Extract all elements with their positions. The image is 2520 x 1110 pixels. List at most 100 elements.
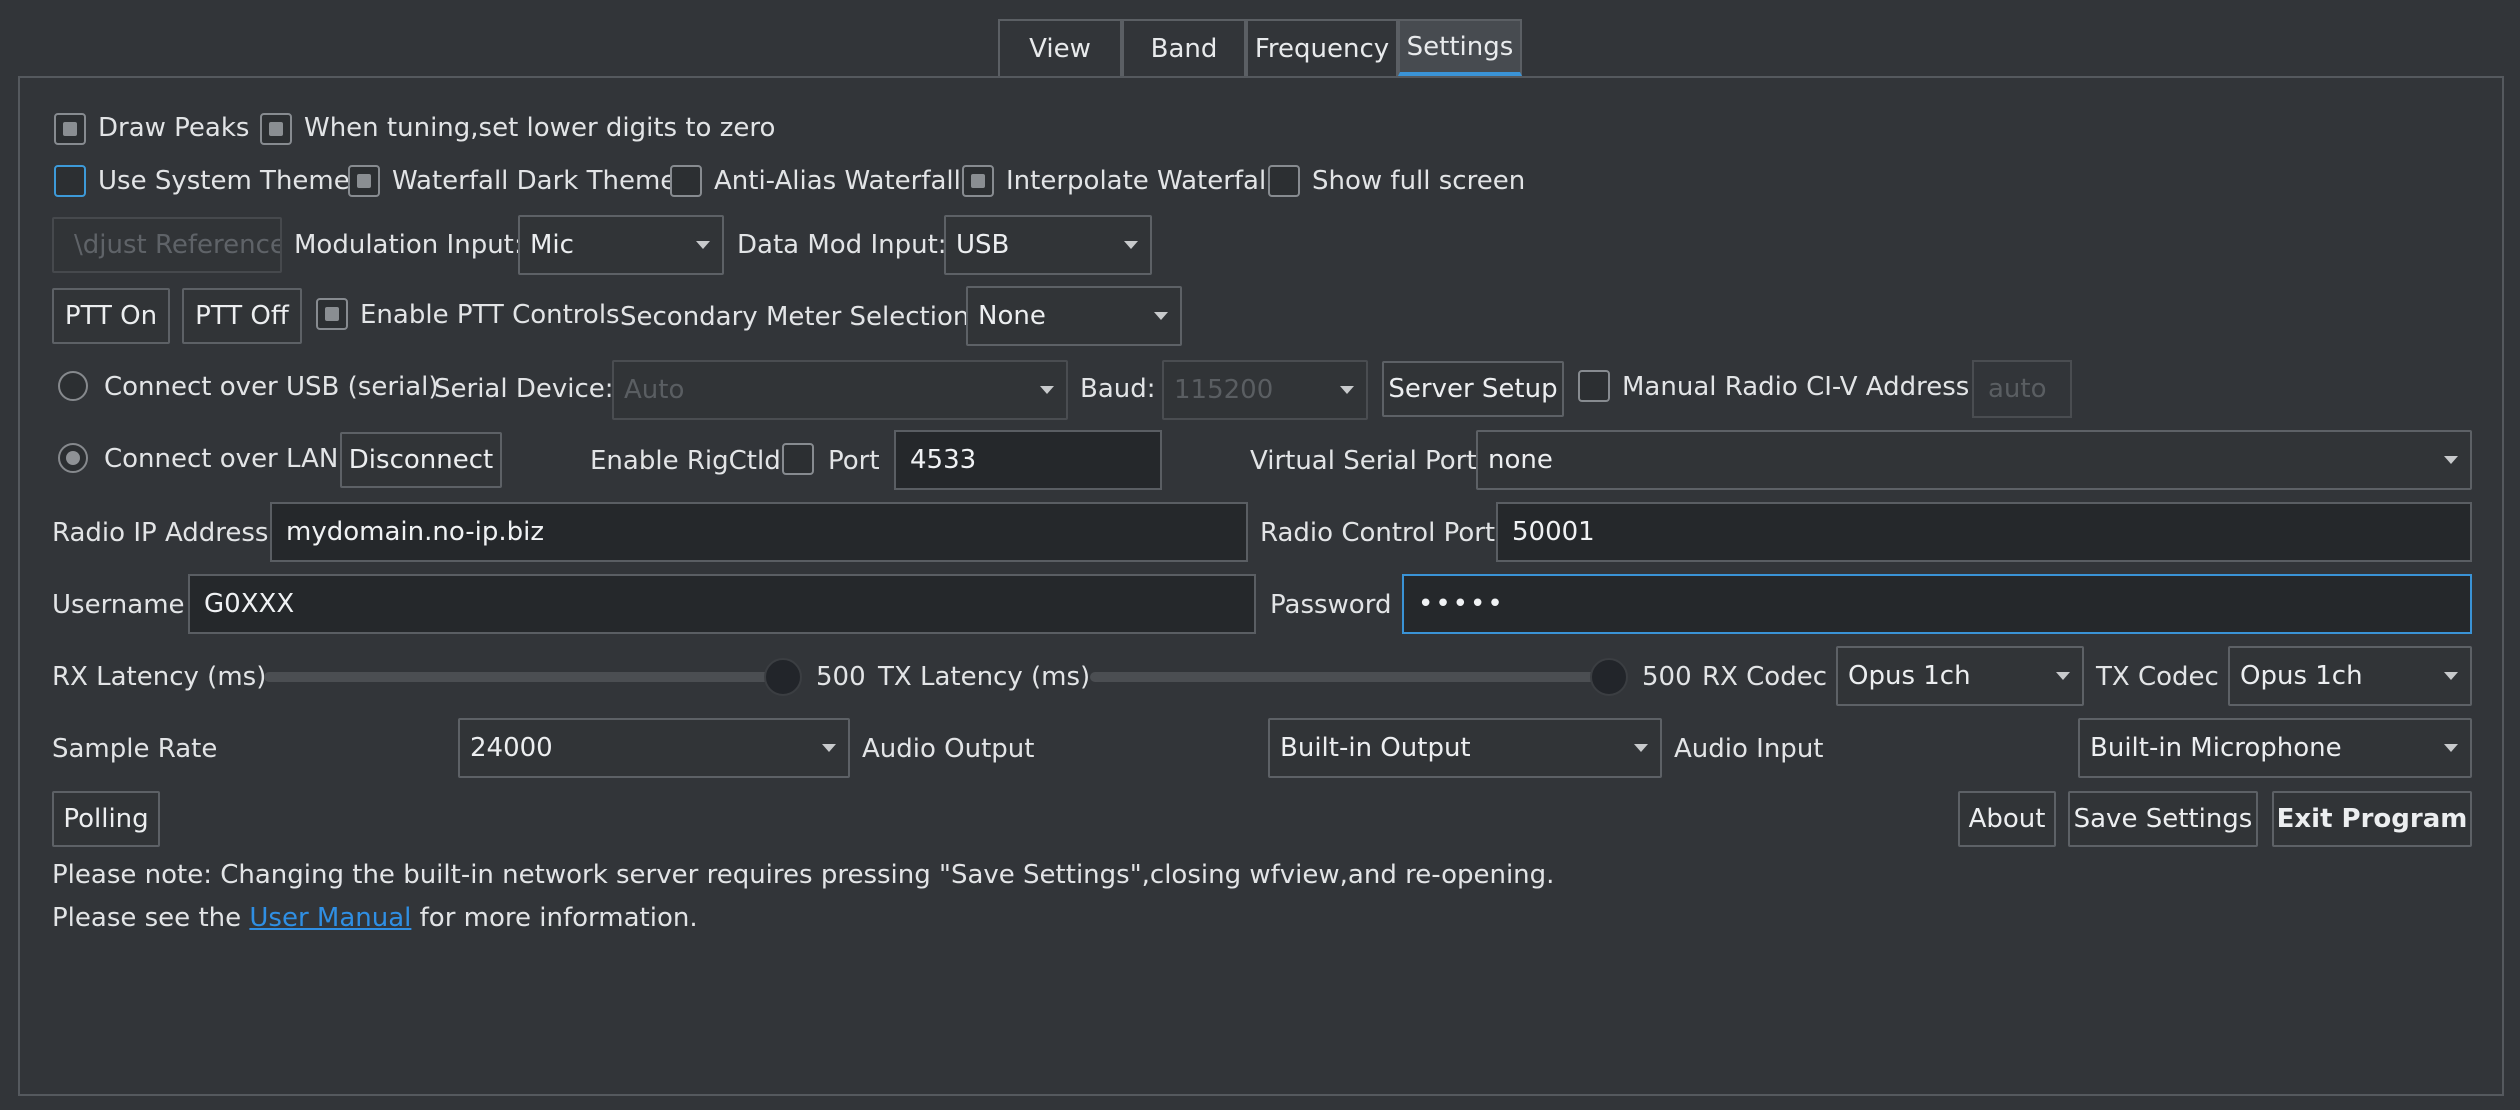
- use-system-theme-label: Use System Theme: [98, 166, 350, 196]
- secondary-meter-value: None: [978, 301, 1046, 331]
- tx-latency-value: 500: [1642, 662, 1692, 692]
- secondary-meter-label: Secondary Meter Selection:: [620, 302, 979, 332]
- full-screen-checkbox[interactable]: [1268, 165, 1300, 197]
- chevron-down-icon: [1634, 744, 1648, 752]
- username-field[interactable]: G0XXX: [188, 574, 1256, 634]
- tab-view[interactable]: View: [998, 19, 1122, 76]
- ptt-on-button[interactable]: PTT On: [52, 288, 170, 344]
- radio-control-port-field[interactable]: 50001: [1496, 502, 2472, 562]
- about-button[interactable]: About: [1958, 791, 2056, 847]
- chevron-down-icon: [2056, 672, 2070, 680]
- manual-note-suffix: for more information.: [411, 903, 698, 933]
- chevron-down-icon: [2444, 456, 2458, 464]
- tuning-zero-label: When tuning,set lower digits to zero: [304, 113, 776, 143]
- virtual-serial-select[interactable]: none: [1476, 430, 2472, 490]
- draw-peaks-label: Draw Peaks: [98, 113, 250, 143]
- exit-program-button[interactable]: Exit Program: [2272, 791, 2472, 847]
- sample-rate-select[interactable]: 24000: [458, 718, 850, 778]
- audio-output-value: Built-in Output: [1280, 733, 1471, 763]
- restart-note: Please note: Changing the built-in netwo…: [52, 860, 1555, 890]
- chevron-down-icon: [1154, 312, 1168, 320]
- chevron-down-icon: [1040, 386, 1054, 394]
- chevron-down-icon: [2444, 672, 2458, 680]
- audio-input-label: Audio Input: [1674, 734, 1824, 764]
- tab-band[interactable]: Band: [1122, 19, 1246, 76]
- chevron-down-icon: [1340, 386, 1354, 394]
- interpolate-label: Interpolate Waterfall: [1006, 166, 1274, 196]
- rx-latency-slider[interactable]: [264, 672, 784, 682]
- rx-latency-slider-handle[interactable]: [764, 658, 802, 696]
- connect-lan-label: Connect over LAN: [104, 444, 339, 474]
- full-screen-label: Show full screen: [1312, 166, 1526, 196]
- radio-ip-label: Radio IP Address: [52, 518, 269, 548]
- port-label: Port: [828, 446, 880, 476]
- enable-ptt-label: Enable PTT Controls: [360, 300, 620, 330]
- baud-select[interactable]: 115200: [1162, 360, 1368, 420]
- manual-civ-label: Manual Radio CI-V Address:: [1622, 372, 1979, 402]
- rigctld-port-field[interactable]: 4533: [894, 430, 1162, 490]
- rx-latency-value: 500: [816, 662, 866, 692]
- audio-input-value: Built-in Microphone: [2090, 733, 2342, 763]
- sample-rate-label: Sample Rate: [52, 734, 218, 764]
- serial-device-label: Serial Device:: [434, 374, 614, 404]
- tx-codec-select[interactable]: Opus 1ch: [2228, 646, 2472, 706]
- manual-note: Please see the User Manual for more info…: [52, 903, 698, 933]
- virtual-serial-label: Virtual Serial Port: [1250, 446, 1477, 476]
- rx-codec-select[interactable]: Opus 1ch: [1836, 646, 2084, 706]
- anti-alias-label: Anti-Alias Waterfall: [714, 166, 961, 196]
- connect-usb-label: Connect over USB (serial): [104, 372, 439, 402]
- waterfall-dark-checkbox[interactable]: [348, 165, 380, 197]
- manual-note-prefix: Please see the: [52, 903, 250, 933]
- secondary-meter-select[interactable]: None: [966, 286, 1182, 346]
- rx-codec-label: RX Codec: [1702, 662, 1827, 692]
- chevron-down-icon: [1124, 241, 1138, 249]
- tx-latency-slider-handle[interactable]: [1590, 658, 1628, 696]
- anti-alias-checkbox[interactable]: [670, 165, 702, 197]
- tab-settings[interactable]: Settings: [1398, 19, 1522, 76]
- ptt-off-button[interactable]: PTT Off: [182, 288, 302, 344]
- modulation-input-select[interactable]: Mic: [518, 215, 724, 275]
- baud-value: 115200: [1174, 375, 1274, 405]
- password-field[interactable]: •••••: [1402, 574, 2472, 634]
- tx-codec-value: Opus 1ch: [2240, 661, 2363, 691]
- disconnect-button[interactable]: Disconnect: [340, 432, 502, 488]
- waterfall-dark-label: Waterfall Dark Theme: [392, 166, 677, 196]
- use-system-theme-checkbox[interactable]: [54, 165, 86, 197]
- data-mod-input-label: Data Mod Input:: [737, 230, 947, 260]
- interpolate-checkbox[interactable]: [962, 165, 994, 197]
- username-label: Username: [52, 590, 185, 620]
- tuning-zero-checkbox[interactable]: [260, 113, 292, 145]
- civ-address-field[interactable]: auto: [1972, 360, 2072, 418]
- tab-frequency[interactable]: Frequency: [1246, 19, 1398, 76]
- sample-rate-value: 24000: [470, 733, 553, 763]
- chevron-down-icon: [822, 744, 836, 752]
- rx-latency-label: RX Latency (ms): [52, 662, 267, 692]
- manual-civ-checkbox[interactable]: [1578, 370, 1610, 402]
- baud-label: Baud:: [1080, 374, 1156, 404]
- save-settings-button[interactable]: Save Settings: [2068, 791, 2258, 847]
- adjust-reference-button[interactable]: \djust Reference: [52, 217, 282, 273]
- virtual-serial-value: none: [1488, 445, 1553, 475]
- modulation-input-label: Modulation Input:: [294, 230, 523, 260]
- tx-codec-label: TX Codec: [2096, 662, 2219, 692]
- polling-button[interactable]: Polling: [52, 791, 160, 847]
- data-mod-input-select[interactable]: USB: [944, 215, 1152, 275]
- rx-codec-value: Opus 1ch: [1848, 661, 1971, 691]
- audio-output-label: Audio Output: [862, 734, 1035, 764]
- modulation-input-value: Mic: [530, 230, 574, 260]
- serial-device-value: Auto: [624, 375, 685, 405]
- connect-usb-radio[interactable]: [58, 371, 88, 401]
- enable-rigctld-label: Enable RigCtld: [590, 446, 781, 476]
- radio-ip-field[interactable]: mydomain.no-ip.biz: [270, 502, 1248, 562]
- tx-latency-slider[interactable]: [1090, 672, 1608, 682]
- audio-output-select[interactable]: Built-in Output: [1268, 718, 1662, 778]
- enable-rigctld-checkbox[interactable]: [782, 443, 814, 475]
- serial-device-select[interactable]: Auto: [612, 360, 1068, 420]
- user-manual-link[interactable]: User Manual: [249, 903, 411, 933]
- audio-input-select[interactable]: Built-in Microphone: [2078, 718, 2472, 778]
- server-setup-button[interactable]: Server Setup: [1382, 361, 1564, 417]
- radio-control-port-label: Radio Control Port: [1260, 518, 1496, 548]
- draw-peaks-checkbox[interactable]: [54, 113, 86, 145]
- connect-lan-radio[interactable]: [58, 443, 88, 473]
- enable-ptt-checkbox[interactable]: [316, 298, 348, 330]
